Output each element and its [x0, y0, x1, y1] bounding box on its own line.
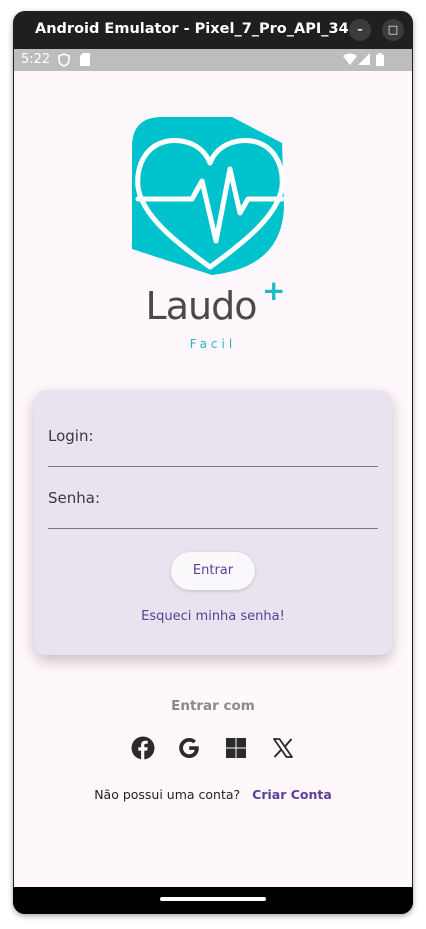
login-field-label: Login: — [48, 427, 94, 445]
window-titlebar: Android Emulator - Pixel_7_Pro_API_34...… — [13, 11, 413, 49]
wifi-icon — [343, 53, 357, 65]
brand-name: Laudo — [145, 284, 258, 328]
signal-icon — [358, 53, 370, 65]
gesture-handle[interactable] — [160, 897, 266, 901]
signup-question: Não possui uma conta? — [94, 787, 241, 802]
emulator-window: Android Emulator - Pixel_7_Pro_API_34...… — [13, 11, 413, 914]
sd-card-icon — [80, 53, 90, 66]
app-screen: 5:22 Laudo + Facil Login: Senha: Entrar … — [14, 49, 412, 887]
facebook-icon[interactable] — [131, 736, 155, 760]
login-input[interactable] — [48, 466, 378, 467]
brand-subtitle: Facil — [189, 337, 237, 351]
status-time: 5:22 — [21, 52, 51, 67]
password-field-label: Senha: — [48, 489, 101, 507]
google-icon[interactable] — [177, 736, 201, 760]
brand-plus: + — [262, 274, 286, 307]
forgot-password-link[interactable]: Esqueci minha senha! — [34, 609, 392, 624]
create-account-link[interactable]: Criar Conta — [252, 787, 332, 802]
login-card: Login: Senha: Entrar Esqueci minha senha… — [34, 390, 392, 655]
shield-icon — [58, 53, 70, 67]
minimize-icon[interactable]: – — [349, 19, 371, 41]
window-title: Android Emulator - Pixel_7_Pro_API_34... — [35, 21, 366, 37]
login-button[interactable]: Entrar — [171, 552, 255, 590]
signup-row: Não possui uma conta? Criar Conta — [14, 787, 412, 802]
laudo-logo-icon — [132, 117, 285, 275]
windows-icon[interactable] — [224, 736, 248, 760]
password-input[interactable] — [48, 528, 378, 529]
x-icon[interactable] — [271, 736, 295, 760]
nav-bar — [13, 887, 413, 914]
social-login-title: Entrar com — [171, 698, 255, 714]
battery-icon — [376, 53, 384, 66]
close-icon[interactable]: □ — [382, 19, 404, 41]
status-bar: 5:22 — [14, 49, 412, 71]
